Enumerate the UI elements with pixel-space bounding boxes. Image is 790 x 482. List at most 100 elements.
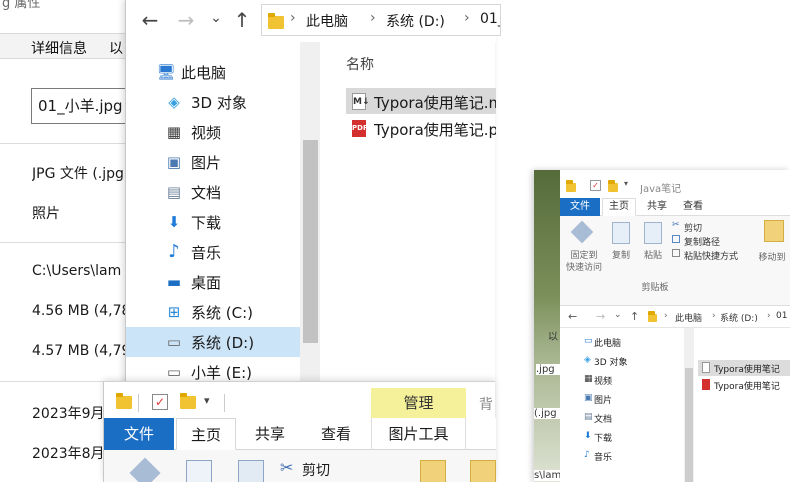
- address-bar[interactable]: › 此电脑 › 系统 (D:) › 01_W: [261, 4, 501, 36]
- breadcrumb-folder[interactable]: 01: [776, 311, 787, 321]
- tab-share[interactable]: 共享: [640, 200, 674, 216]
- paste-shortcut-icon: [672, 249, 680, 257]
- copy-path-button[interactable]: 复制路径: [684, 235, 720, 248]
- move-to-icon[interactable]: [764, 220, 784, 242]
- markdown-file-icon: [702, 362, 710, 373]
- cut-button[interactable]: 剪切: [302, 460, 330, 480]
- move-to-label: 移动到: [758, 253, 786, 263]
- tree-item-3d-objects[interactable]: ◈ 3D 对象: [126, 87, 300, 117]
- file-row-markdown[interactable]: Typora使用笔记: [698, 360, 790, 376]
- dialog-fragment: 以: [548, 332, 558, 343]
- tree-item-pictures[interactable]: 图片: [594, 393, 612, 406]
- tree-item-videos[interactable]: ▦ 视频: [126, 117, 300, 147]
- properties-check-icon[interactable]: ✓: [590, 180, 601, 191]
- pin-quick-access-label-2: 快速访问: [565, 263, 602, 273]
- copy-label: 复制: [611, 251, 630, 261]
- properties-check-icon[interactable]: ✓: [152, 394, 168, 410]
- dialog-fragment: .jpg: [536, 364, 560, 375]
- pdf-file-icon: [702, 379, 710, 390]
- paste-label: 粘贴: [643, 251, 662, 261]
- tree-item-this-pc[interactable]: 此电脑: [594, 336, 621, 349]
- windows-drive-icon: ⊞: [167, 303, 181, 321]
- pin-icon[interactable]: [570, 220, 594, 244]
- divider: [138, 394, 139, 412]
- tree-item-label: 此电脑: [181, 64, 227, 82]
- paste-shortcut-button[interactable]: 粘贴快捷方式: [684, 249, 738, 262]
- customize-toolbar-chevron-icon[interactable]: ▾: [624, 179, 628, 188]
- customize-toolbar-chevron-icon[interactable]: ▾: [204, 394, 210, 407]
- pin-icon[interactable]: [129, 457, 161, 482]
- breadcrumb-drive-d[interactable]: 系统 (D:): [720, 311, 758, 324]
- new-folder-icon[interactable]: [608, 180, 618, 192]
- chevron-right-icon: ›: [290, 10, 296, 26]
- column-header-name[interactable]: 名称: [346, 54, 374, 74]
- recent-locations-chevron-icon[interactable]: ⌄: [614, 310, 622, 320]
- cut-button[interactable]: 剪切: [684, 221, 702, 234]
- pdf-file-icon: PDF: [352, 120, 368, 137]
- breadcrumb-this-pc[interactable]: 此电脑: [675, 311, 702, 324]
- tab-manage[interactable]: 管理: [371, 388, 466, 418]
- forward-arrow-icon[interactable]: →: [596, 310, 605, 323]
- ribbon-commands: ✂ 剪切: [104, 450, 496, 482]
- tab-view[interactable]: 查看: [304, 418, 368, 450]
- move-to-icon[interactable]: [420, 460, 446, 482]
- new-folder-icon[interactable]: [180, 393, 196, 409]
- tree-item-documents[interactable]: ▤ 文档: [126, 177, 300, 207]
- drive-icon: ▭: [166, 363, 182, 381]
- computer-icon: 🖥: [156, 63, 176, 81]
- tab-file[interactable]: 文件: [560, 198, 600, 216]
- copy-icon[interactable]: [186, 460, 212, 482]
- tree-item-music[interactable]: ♪ 音乐: [126, 237, 300, 267]
- tree-item-pictures[interactable]: ▣ 图片: [126, 147, 300, 177]
- tree-item-label: 系统 (C:): [191, 304, 253, 322]
- size-value: 4.56 MB (4,78: [32, 303, 131, 319]
- window-title: Java笔记: [640, 184, 682, 195]
- tree-item-music[interactable]: 音乐: [594, 450, 612, 463]
- tab-home[interactable]: 主页: [602, 198, 636, 216]
- folder-icon: [116, 393, 132, 409]
- back-arrow-icon[interactable]: ←: [138, 8, 162, 32]
- tab-home[interactable]: 主页: [176, 418, 236, 450]
- back-arrow-icon[interactable]: ←: [568, 310, 577, 323]
- up-arrow-icon[interactable]: ↑: [230, 8, 254, 32]
- paste-icon[interactable]: [644, 222, 662, 244]
- tree-item-downloads[interactable]: ⬇ 下载: [126, 207, 300, 237]
- navigation-pane: ▭ 此电脑 ◈ 3D 对象 ▦ 视频 ▣ 图片 ▤ 文档 ⬇ 下载 ♪ 音乐: [560, 328, 690, 482]
- tab-picture-tools[interactable]: 图片工具: [371, 418, 466, 450]
- tab-previous-versions[interactable]: 以: [109, 38, 123, 58]
- file-row-markdown[interactable]: M↓ Typora使用笔记.m: [346, 88, 496, 114]
- tree-item-this-pc[interactable]: 🖥 此电脑: [126, 57, 300, 87]
- music-icon: ♪: [584, 450, 590, 460]
- file-row-pdf[interactable]: Typora使用笔记: [698, 377, 790, 393]
- divider: [0, 242, 130, 243]
- copy-to-icon[interactable]: [470, 460, 496, 482]
- copy-icon[interactable]: [612, 222, 630, 244]
- tree-item-desktop[interactable]: ▬ 桌面: [126, 267, 300, 297]
- tree-item-3d-objects[interactable]: 3D 对象: [594, 355, 628, 368]
- forward-arrow-icon[interactable]: →: [174, 8, 198, 32]
- tree-item-label: 视频: [191, 124, 222, 142]
- recent-locations-chevron-icon[interactable]: ⌄: [204, 6, 228, 30]
- paste-icon[interactable]: [238, 460, 264, 482]
- tab-file[interactable]: 文件: [104, 418, 174, 450]
- tree-item-documents[interactable]: 文档: [594, 412, 612, 425]
- scrollbar-thumb[interactable]: [685, 368, 693, 482]
- tab-share[interactable]: 共享: [238, 418, 302, 450]
- tree-item-downloads[interactable]: 下载: [594, 431, 612, 444]
- tab-details[interactable]: 详细信息: [31, 38, 87, 58]
- computer-icon: ▭: [584, 336, 593, 346]
- ribbon-tabs: 文件 主页 共享 查看: [560, 198, 790, 216]
- scissors-icon: ✂: [672, 220, 680, 230]
- breadcrumb-this-pc[interactable]: 此电脑: [306, 11, 348, 31]
- scrollbar-thumb[interactable]: [303, 140, 318, 343]
- file-name: Typora使用笔记: [714, 365, 780, 375]
- tree-item-drive-d[interactable]: ▭ 系统 (D:): [126, 327, 300, 357]
- tab-view[interactable]: 查看: [676, 200, 710, 216]
- background-explorer-window: ✓ ▾ Java笔记 文件 主页 共享 查看 固定到 快速访问 复制 粘贴 ✂ …: [534, 170, 790, 482]
- breadcrumb-folder[interactable]: 01_W: [480, 11, 500, 27]
- tree-item-drive-c[interactable]: ⊞ 系统 (C:): [126, 297, 300, 327]
- up-arrow-icon[interactable]: ↑: [630, 310, 639, 323]
- tree-item-videos[interactable]: 视频: [594, 374, 612, 387]
- breadcrumb-drive-d[interactable]: 系统 (D:): [386, 11, 445, 31]
- file-row-pdf[interactable]: PDF Typora使用笔记.p: [346, 115, 496, 141]
